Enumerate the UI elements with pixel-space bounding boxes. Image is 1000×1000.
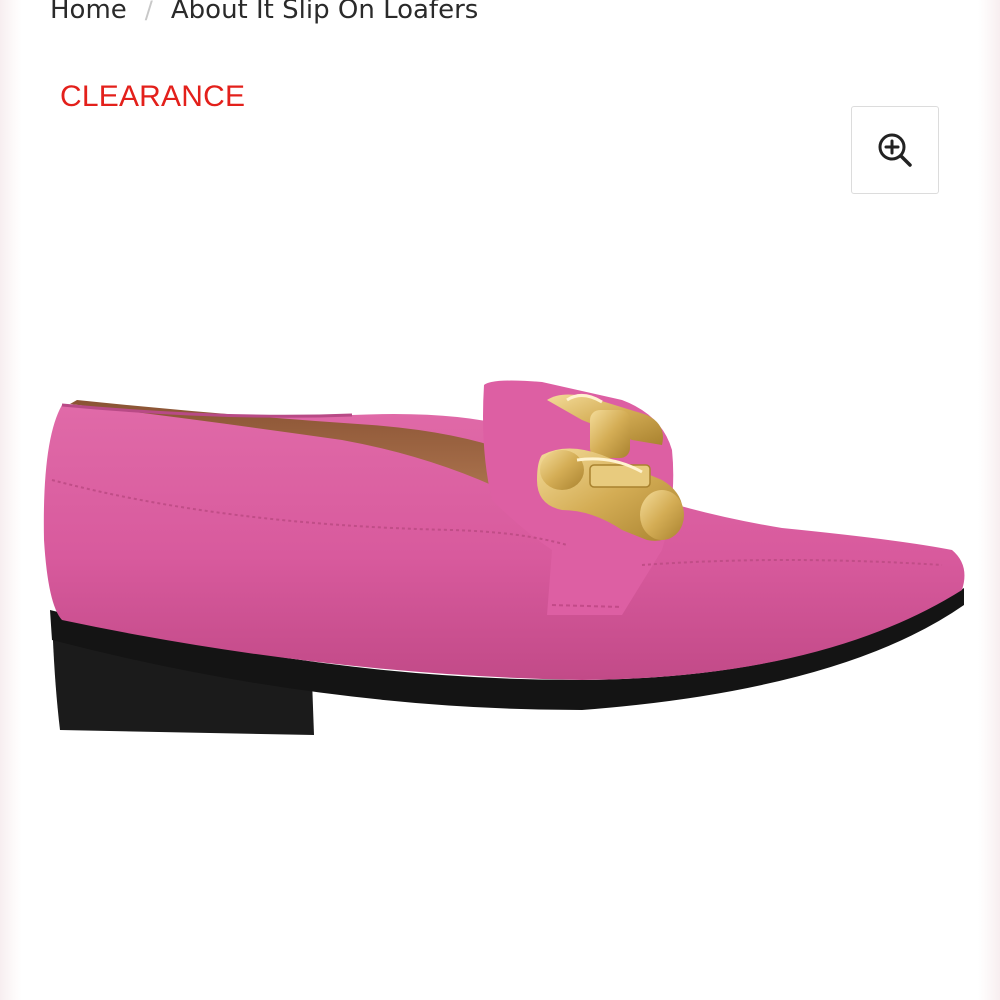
breadcrumb-current: About It Slip On Loafers — [170, 0, 479, 25]
breadcrumb-home-link[interactable]: Home — [50, 0, 127, 25]
zoom-in-icon — [878, 133, 912, 167]
product-page: Home / About It Slip On Loafers CLEARANC… — [0, 0, 1000, 1000]
clearance-badge: CLEARANCE — [60, 80, 246, 113]
zoom-button[interactable] — [851, 106, 939, 194]
product-image-loafer[interactable] — [22, 210, 978, 990]
breadcrumb-separator: / — [144, 0, 153, 24]
breadcrumb: Home / About It Slip On Loafers — [50, 0, 478, 30]
